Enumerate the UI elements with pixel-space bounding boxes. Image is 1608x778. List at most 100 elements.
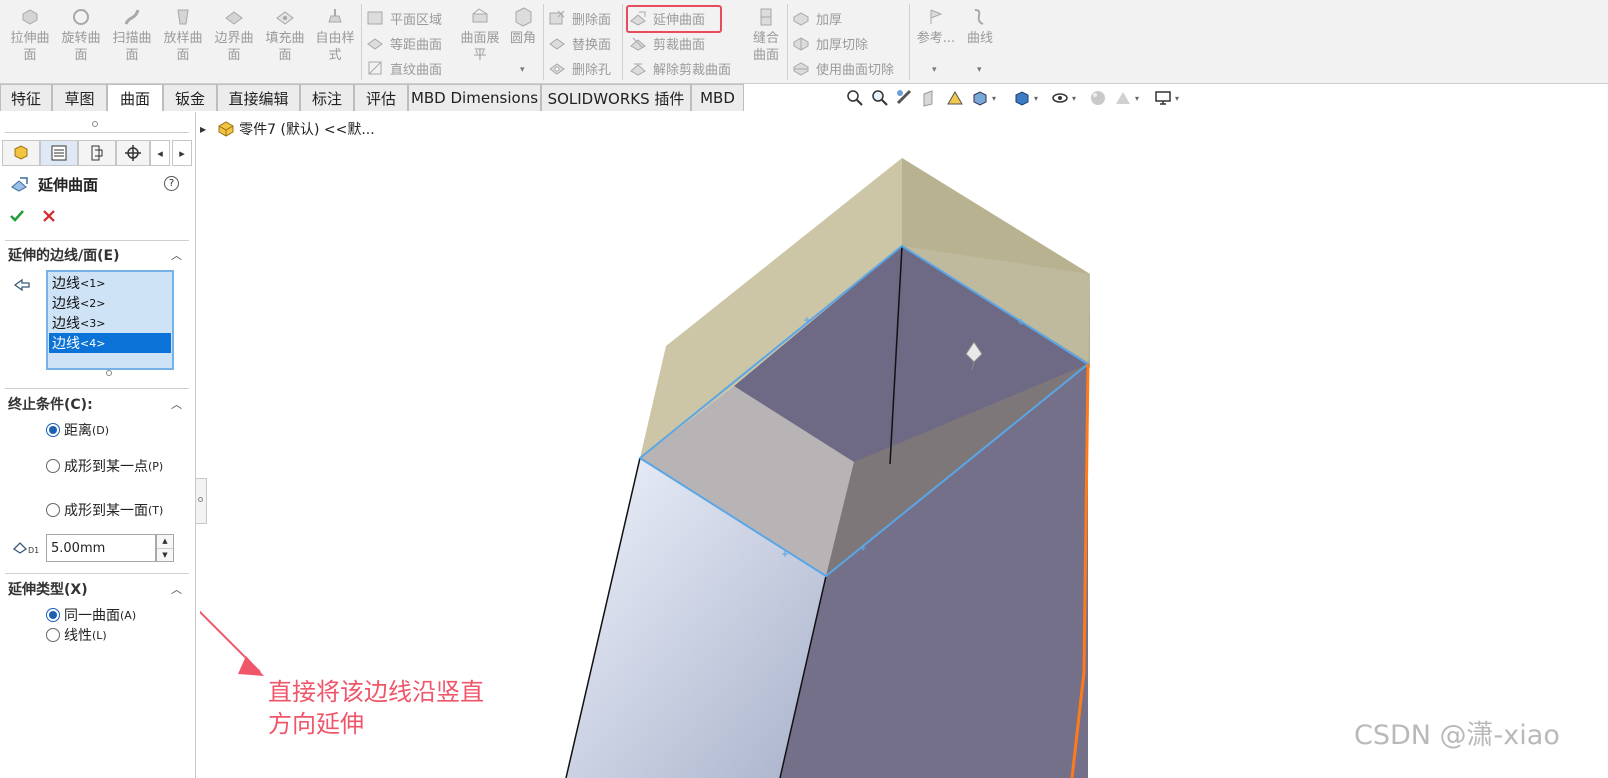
tab-solidworks-addins[interactable]: SOLIDWORKS 插件 (541, 84, 691, 111)
zoom-area-button[interactable] (870, 88, 890, 108)
hide-show-items-button[interactable]: ▾ (1050, 88, 1076, 108)
tab-evaluate[interactable]: 评估 (354, 84, 408, 111)
replace-face-button[interactable]: 替换面 (548, 32, 611, 54)
tab-direct-edit[interactable]: 直接编辑 (217, 84, 300, 111)
edges-section-header[interactable]: 延伸的边线/面(E) ︿ (0, 242, 192, 268)
radio-dot[interactable] (46, 608, 60, 622)
distance-stepper[interactable]: ▲ ▼ (156, 534, 174, 562)
tab-scroll-left-button[interactable]: ◂ (150, 140, 170, 166)
edge-index: <1> (80, 276, 106, 290)
planar-surface-button[interactable]: 平面区域 (366, 7, 442, 29)
freeform-button[interactable]: 自由样 式 (312, 6, 358, 80)
radio-dot[interactable] (46, 423, 60, 437)
monitor-icon (1155, 91, 1171, 105)
ok-button[interactable] (9, 208, 25, 224)
tab-sheet-metal[interactable]: 钣金 (163, 84, 217, 111)
ribbon-separator (361, 4, 362, 80)
panel-header: 延伸曲面 (10, 174, 98, 195)
trim-surface-button[interactable]: 剪裁曲面 (629, 32, 705, 54)
list-resize-handle[interactable] (106, 370, 112, 376)
thicken-cut-button[interactable]: 加厚切除 (792, 32, 868, 54)
collapse-chevron-icon[interactable]: ︿ (171, 396, 182, 412)
replace-face-icon (549, 38, 565, 50)
planar-surface-label: 平面区域 (390, 12, 443, 28)
surface-cut-button[interactable]: 使用曲面切除 (792, 57, 894, 79)
tab-scroll-right-button[interactable]: ▸ (172, 140, 192, 166)
tab-surfaces[interactable]: 曲面 (107, 84, 163, 111)
ruled-surface-button[interactable]: 直纹曲面 (366, 57, 442, 79)
stepper-up-icon[interactable]: ▲ (157, 535, 173, 549)
radio-linear[interactable]: 线性 (L) (46, 625, 107, 645)
fill-surface-icon (276, 11, 294, 25)
display-style-icon (1015, 91, 1029, 106)
radio-dot[interactable] (46, 459, 60, 473)
dim-xpert-tab[interactable] (116, 140, 150, 166)
revolve-surface-button[interactable]: 旋转曲 面 (57, 6, 105, 80)
sweep-surface-button[interactable]: 扫描曲 面 (108, 6, 156, 80)
view-orientation-button[interactable]: ▾ (970, 88, 996, 108)
list-item[interactable]: 边线 <3> (49, 313, 171, 333)
radio-up-to-point-key: (P) (148, 459, 164, 473)
configuration-manager-tab[interactable] (78, 140, 116, 166)
distance-input[interactable] (46, 534, 156, 562)
sweep-surface-label: 扫描曲 面 (112, 31, 152, 63)
cancel-button[interactable] (42, 209, 56, 223)
display-style-button[interactable]: ▾ (1012, 88, 1038, 108)
thicken-button[interactable]: 加厚 (792, 7, 842, 29)
zoom-to-fit-button[interactable] (845, 88, 865, 108)
radio-dot[interactable] (46, 628, 60, 642)
flatten-surface-button[interactable]: 曲面展 平 (457, 6, 503, 80)
knit-surface-button[interactable]: 缝合 曲面 (748, 6, 784, 80)
tab-sketch[interactable]: 草图 (52, 84, 107, 111)
view-orientation-icon (973, 91, 987, 106)
edge-label: 边线 (52, 276, 80, 292)
radio-distance[interactable]: 距离 (D) (46, 420, 109, 440)
surface-cut-label: 使用曲面切除 (816, 62, 895, 78)
knit-surface-icon (760, 8, 772, 26)
command-ribbon: 拉伸曲 面 旋转曲 面 扫描曲 面 放样曲 面 边界曲 面 填充曲 面 自由样 … (0, 0, 1608, 84)
tab-surfaces-label: 曲面 (119, 89, 150, 108)
delete-face-button[interactable]: 删除面 (548, 7, 611, 29)
list-item-selected[interactable]: 边线 <4> (49, 333, 171, 353)
help-button[interactable]: ? (164, 176, 179, 191)
panel-resize-handle[interactable] (92, 121, 98, 127)
edit-appearance-button[interactable] (1088, 88, 1108, 108)
offset-surface-button[interactable]: 等距曲面 (366, 32, 442, 54)
dynamic-annotation-button[interactable] (945, 88, 965, 108)
boundary-surface-button[interactable]: 边界曲 面 (210, 6, 258, 80)
view-settings-button[interactable]: ▾ (1153, 88, 1179, 108)
tab-mbd-dimensions[interactable]: MBD Dimensions (408, 84, 541, 111)
previous-view-button[interactable] (895, 88, 915, 108)
feature-manager-tab[interactable] (2, 140, 40, 166)
radio-up-to-point[interactable]: 成形到某一点 (P) (46, 456, 163, 476)
fill-surface-button[interactable]: 填充曲 面 (261, 6, 309, 80)
apply-scene-button[interactable]: ▾ (1113, 88, 1139, 108)
appearance-icon (1091, 91, 1105, 105)
delete-hole-button[interactable]: 删除孔 (548, 57, 611, 79)
radio-up-to-surface[interactable]: 成形到某一面 (T) (46, 500, 163, 520)
curves-dropdown-icon[interactable]: ▾ (977, 65, 982, 75)
stepper-down-icon[interactable]: ▼ (157, 549, 173, 562)
list-item[interactable]: 边线 <2> (49, 293, 171, 313)
collapse-chevron-icon[interactable]: ︿ (171, 247, 182, 263)
reference-dropdown-icon[interactable]: ▾ (932, 65, 937, 75)
untrim-surface-button[interactable]: 解除剪裁曲面 (629, 57, 731, 79)
section-view-button[interactable] (920, 88, 940, 108)
property-manager-tab[interactable] (40, 140, 78, 166)
extend-surface-highlight (626, 5, 722, 33)
extrude-surface-button[interactable]: 拉伸曲 面 (6, 6, 54, 80)
tab-markup[interactable]: 标注 (300, 84, 354, 111)
list-item[interactable]: 边线 <1> (49, 273, 171, 293)
collapse-chevron-icon[interactable]: ︿ (171, 581, 182, 597)
radio-same-surface[interactable]: 同一曲面 (A) (46, 605, 136, 625)
radio-dot[interactable] (46, 503, 60, 517)
tab-mbd[interactable]: MBD (691, 84, 744, 111)
tab-features[interactable]: 特征 (0, 84, 52, 111)
surface-cut-icon (793, 62, 809, 76)
annotation-line-1: 直接将该边线沿竖直 (268, 678, 484, 706)
edge-selection-list[interactable]: 边线 <1> 边线 <2> 边线 <3> 边线 <4> (46, 270, 174, 370)
extension-type-section-header[interactable]: 延伸类型(X) ︿ (0, 576, 192, 602)
fillet-dropdown-icon[interactable]: ▾ (520, 65, 525, 75)
loft-surface-button[interactable]: 放样曲 面 (159, 6, 207, 80)
end-condition-section-header[interactable]: 终止条件(C): ︿ (0, 391, 192, 417)
